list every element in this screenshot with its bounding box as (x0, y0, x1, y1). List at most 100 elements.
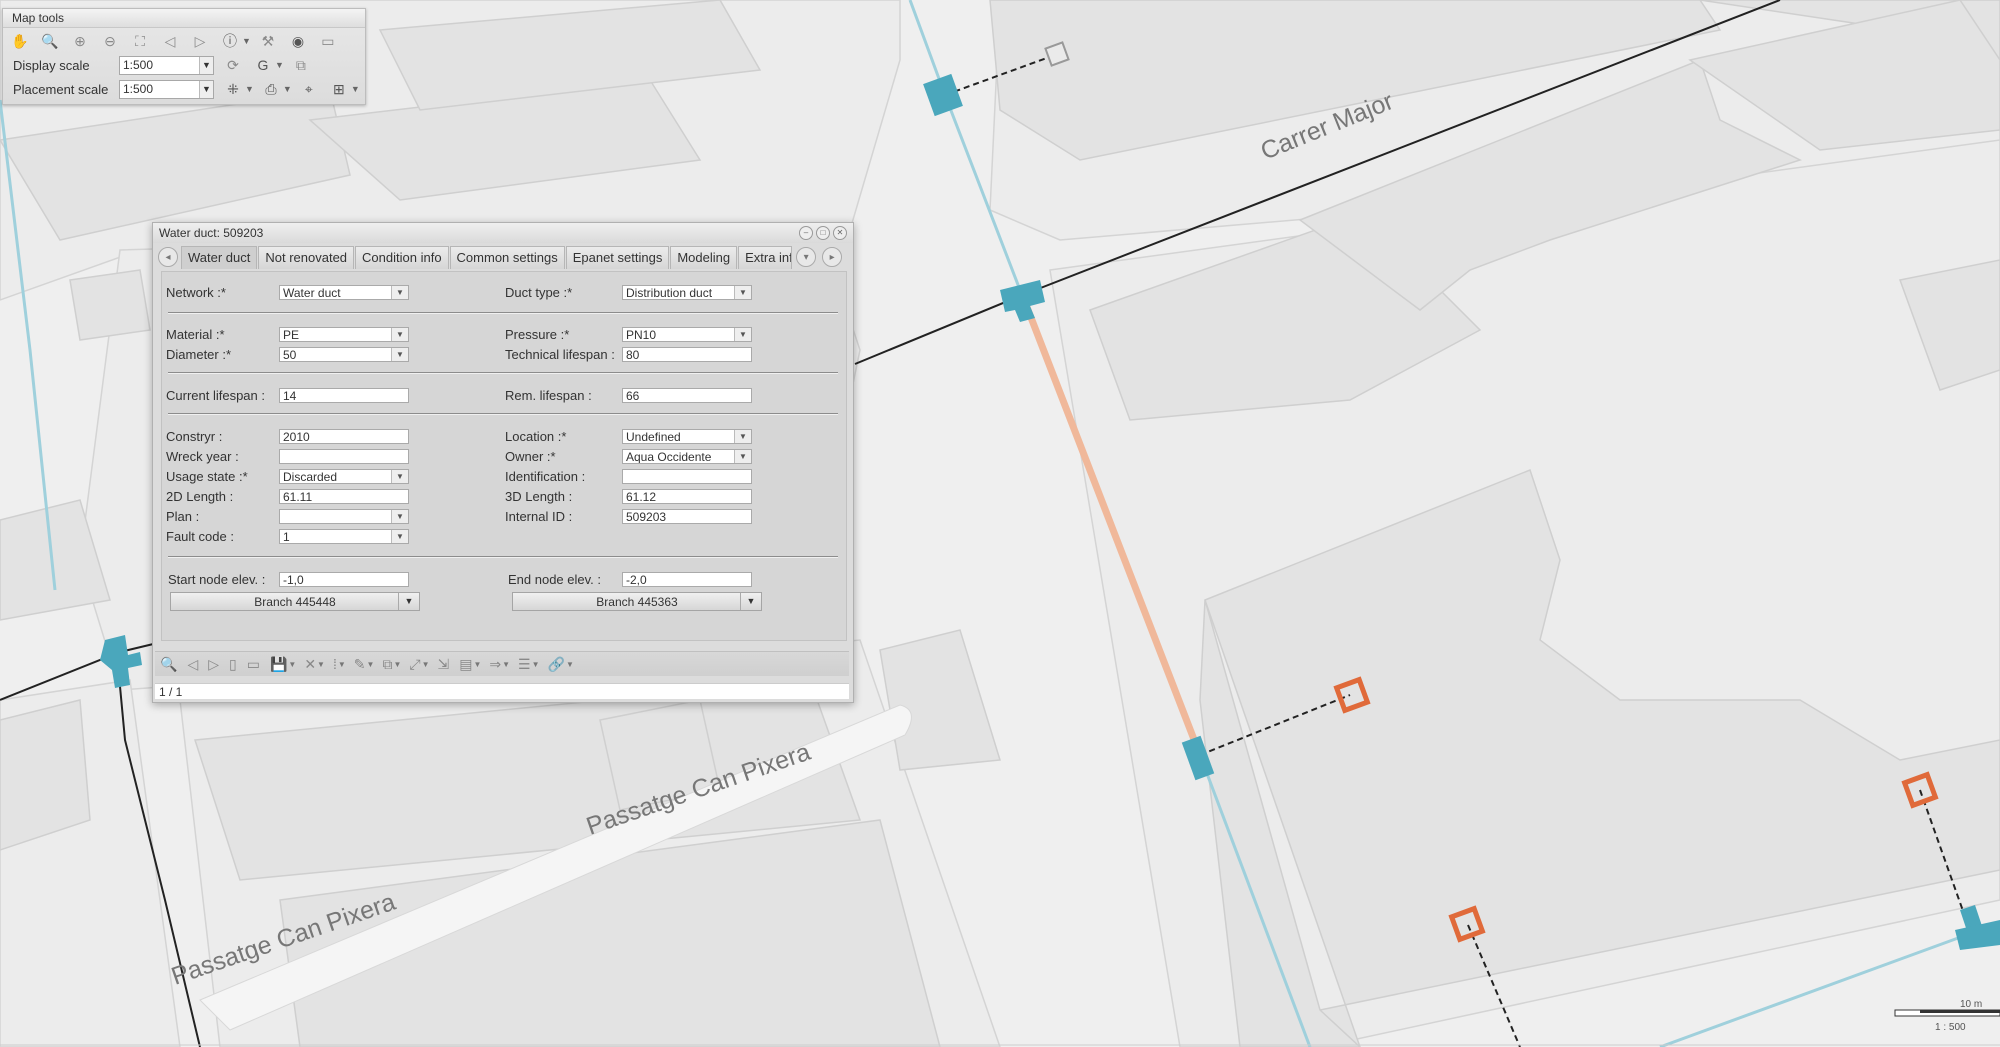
tab-extra-info[interactable]: Extra inf (738, 245, 793, 269)
chevron-down-icon[interactable]: ▼ (199, 80, 213, 98)
identification-input[interactable] (622, 469, 752, 484)
refresh-icon[interactable]: ⟳ (222, 56, 244, 74)
edit-pen-icon[interactable]: ✎ (354, 656, 366, 673)
plan-select[interactable]: ▼ (279, 509, 409, 524)
trace-icon[interactable]: ⇲ (437, 656, 449, 673)
chevron-down-icon[interactable]: ▼ (391, 530, 408, 543)
chevron-down-icon[interactable]: ▼ (734, 328, 751, 341)
chevron-down-icon[interactable]: ▼ (351, 84, 360, 94)
tab-epanet-settings[interactable]: Epanet settings (565, 245, 670, 269)
chevron-down-icon[interactable]: ▼ (391, 470, 408, 483)
snap-icon[interactable]: ⁜ (222, 80, 244, 98)
next-record-icon[interactable]: ▷ (208, 656, 219, 673)
chevron-down-icon[interactable]: ▼ (317, 660, 325, 669)
layers-icon[interactable]: ◉ (287, 32, 309, 50)
maximize-icon[interactable]: □ (816, 226, 830, 240)
save-icon[interactable]: 💾 (270, 656, 287, 673)
length-3d-input[interactable]: 61.12 (622, 489, 752, 504)
tab-water-duct[interactable]: Water duct (181, 245, 258, 269)
chevron-down-icon[interactable]: ▼ (283, 84, 292, 94)
grid-icon[interactable]: ⊞ (328, 80, 350, 98)
technical-lifespan-input[interactable]: 80 (622, 347, 752, 362)
minimize-icon[interactable]: – (799, 226, 813, 240)
zoom-to-feature-icon[interactable]: 🔍 (160, 656, 177, 673)
chevron-down-icon[interactable]: ▼ (734, 450, 751, 463)
attach-icon[interactable]: 🔗 (548, 656, 565, 673)
previous-record-icon[interactable]: ◁ (187, 656, 198, 673)
rem-lifespan-input[interactable]: 66 (622, 388, 752, 403)
next-extent-icon[interactable]: ▷ (189, 32, 211, 50)
chevron-down-icon[interactable]: ▼ (566, 660, 574, 669)
zoom-out-icon[interactable]: ⊖ (99, 32, 121, 50)
zoom-area-icon[interactable]: ⊕ (69, 32, 91, 50)
window-icon[interactable]: ▭ (317, 32, 339, 50)
chevron-down-icon[interactable]: ▼ (367, 660, 375, 669)
tab-list-icon[interactable]: ▾ (796, 247, 817, 267)
measure-icon[interactable]: ⚒ (257, 32, 279, 50)
pan-icon[interactable]: ✋ (9, 32, 31, 50)
zoom-in-icon[interactable]: 🔍 (39, 32, 61, 50)
chevron-down-icon[interactable]: ▼ (393, 660, 401, 669)
fault-code-select[interactable]: 1 ▼ (279, 529, 409, 544)
chevron-down-icon[interactable]: ▼ (532, 660, 540, 669)
tab-scroll-right-icon[interactable]: ▸ (822, 247, 843, 267)
chevron-down-icon[interactable]: ▼ (242, 36, 251, 46)
chevron-down-icon[interactable]: ▼ (502, 660, 510, 669)
chevron-down-icon[interactable]: ▼ (391, 510, 408, 523)
display-scale-select[interactable]: 1:500 ▼ (119, 55, 214, 75)
report-icon[interactable]: ▤ (459, 656, 472, 673)
end-node-elev-input[interactable]: -2,0 (622, 572, 752, 587)
chevron-down-icon[interactable]: ▼ (391, 286, 408, 299)
arrow-tool-icon[interactable]: ⇒ (489, 656, 501, 673)
chevron-down-icon[interactable]: ▼ (391, 328, 408, 341)
constryr-input[interactable]: 2010 (279, 429, 409, 444)
chevron-down-icon[interactable]: ▼ (422, 660, 430, 669)
pressure-select[interactable]: PN10 ▼ (622, 327, 752, 342)
copy-icon[interactable]: ⧉ (290, 56, 312, 74)
chevron-down-icon[interactable]: ▼ (275, 60, 284, 70)
chevron-down-icon[interactable]: ▼ (199, 56, 213, 74)
target-icon[interactable]: ⌖ (298, 80, 320, 98)
close-icon[interactable]: ✕ (833, 226, 847, 240)
split-icon[interactable]: ⁞ (333, 656, 337, 672)
length-2d-input[interactable]: 61.11 (279, 489, 409, 504)
tab-condition-info[interactable]: Condition info (355, 245, 449, 269)
material-select[interactable]: PE ▼ (279, 327, 409, 342)
wreck-year-input[interactable] (279, 449, 409, 464)
chevron-down-icon[interactable]: ▼ (740, 593, 761, 610)
diameter-select[interactable]: 50 ▼ (279, 347, 409, 362)
location-select[interactable]: Undefined ▼ (622, 429, 752, 444)
chevron-down-icon[interactable]: ▼ (245, 84, 254, 94)
vertex-edit-icon[interactable]: ⤢ (409, 656, 420, 673)
network-select[interactable]: Water duct ▼ (279, 285, 409, 300)
chevron-down-icon[interactable]: ▼ (391, 348, 408, 361)
printer-icon[interactable]: ⎙ (260, 80, 282, 98)
internal-id-input[interactable]: 509203 (622, 509, 752, 524)
tab-common-settings[interactable]: Common settings (449, 245, 565, 269)
zoom-extent-icon[interactable]: ⛶ (129, 32, 151, 50)
chevron-down-icon[interactable]: ▼ (734, 430, 751, 443)
previous-extent-icon[interactable]: ◁ (159, 32, 181, 50)
chevron-down-icon[interactable]: ▼ (734, 286, 751, 299)
duct-type-select[interactable]: Distribution duct ▼ (622, 285, 752, 300)
tab-modeling[interactable]: Modeling (670, 245, 738, 269)
chevron-down-icon[interactable]: ▼ (398, 593, 419, 610)
start-branch-button[interactable]: Branch 445448 ▼ (170, 592, 420, 611)
chevron-down-icon[interactable]: ▼ (338, 660, 346, 669)
usage-state-select[interactable]: Discarded ▼ (279, 469, 409, 484)
tab-scroll-left-icon[interactable]: ◂ (158, 247, 178, 267)
placement-scale-select[interactable]: 1:500 ▼ (119, 79, 214, 99)
new-document-icon[interactable]: ▯ (229, 656, 237, 673)
copy-icon[interactable]: ⧉ (382, 656, 392, 673)
chevron-down-icon[interactable]: ▼ (288, 660, 296, 669)
current-lifespan-input[interactable]: 14 (279, 388, 409, 403)
owner-select[interactable]: Aqua Occidente ▼ (622, 449, 752, 464)
scale-link-icon[interactable]: G (252, 56, 274, 74)
list-icon[interactable]: ☰ (518, 656, 531, 673)
tab-not-renovated[interactable]: Not renovated (258, 245, 355, 269)
delete-icon[interactable]: ✕ (304, 656, 316, 673)
info-icon[interactable]: ⓘ (219, 32, 241, 50)
chevron-down-icon[interactable]: ▼ (473, 660, 481, 669)
end-branch-button[interactable]: Branch 445363 ▼ (512, 592, 762, 611)
start-node-elev-input[interactable]: -1,0 (279, 572, 409, 587)
